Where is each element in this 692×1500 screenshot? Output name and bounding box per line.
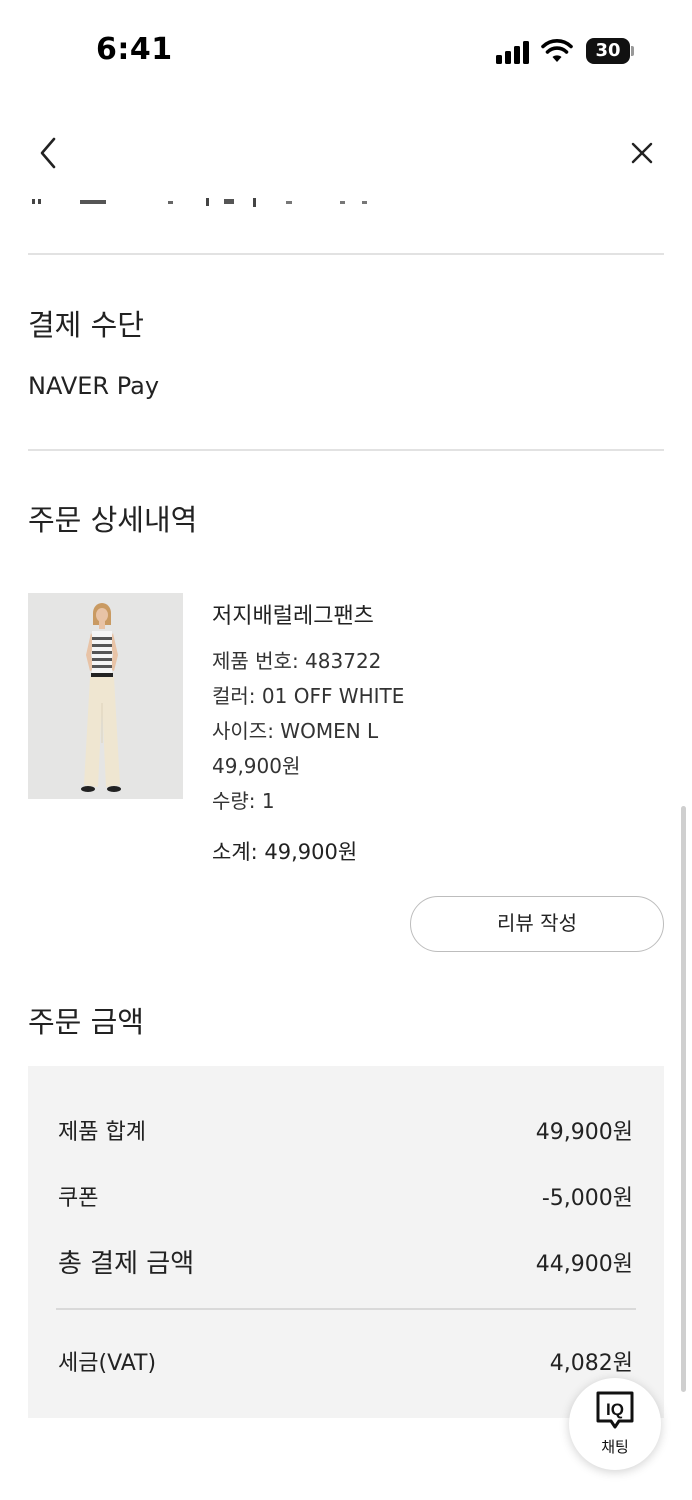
payment-method-title: 결제 수단 — [28, 308, 144, 342]
order-detail-title: 주문 상세내역 — [28, 503, 198, 537]
cellular-signal-icon — [496, 40, 532, 64]
chat-button[interactable]: IQ 채팅 — [569, 1378, 661, 1470]
summary-label-vat: 세금(VAT) — [58, 1351, 157, 1376]
summary-label-product-total: 제품 합계 — [58, 1120, 146, 1145]
battery-cap — [631, 46, 634, 56]
product-color: 컬러: 01 OFF WHITE — [212, 684, 405, 708]
product-subtotal: 소계: 49,900원 — [212, 840, 358, 864]
product-price: 49,900원 — [212, 754, 301, 778]
wifi-icon — [541, 39, 573, 62]
summary-value-grand-total: 44,900원 — [535, 1252, 633, 1277]
product-model-illustration — [28, 593, 183, 799]
product-number: 제품 번호: 483722 — [212, 649, 382, 673]
order-summary-box: 제품 합계 49,900원 쿠폰 -5,000원 총 결제 금액 44,900원… — [28, 1066, 664, 1418]
section-divider — [28, 449, 664, 451]
back-icon[interactable] — [34, 135, 66, 171]
chat-logo-text: IQ — [606, 1400, 624, 1419]
summary-value-vat: 4,082원 — [549, 1351, 633, 1376]
chat-label: 채팅 — [601, 1438, 629, 1456]
order-amount-title: 주문 금액 — [28, 1005, 144, 1039]
clipped-address-row — [32, 198, 367, 207]
summary-label-grand-total: 총 결제 금액 — [58, 1249, 195, 1279]
summary-value-product-total: 49,900원 — [535, 1120, 633, 1145]
summary-value-coupon: -5,000원 — [541, 1186, 633, 1211]
summary-divider — [56, 1308, 636, 1310]
chat-icon: IQ — [596, 1391, 634, 1429]
close-icon[interactable] — [626, 137, 658, 169]
product-quantity: 수량: 1 — [212, 789, 275, 813]
payment-method-value: NAVER Pay — [28, 372, 160, 400]
status-time: 6:41 — [96, 32, 173, 67]
scrollbar[interactable] — [681, 806, 686, 1392]
product-size: 사이즈: WOMEN L — [212, 719, 379, 743]
section-divider — [28, 253, 664, 255]
summary-label-coupon: 쿠폰 — [58, 1186, 99, 1211]
product-image[interactable] — [28, 593, 183, 799]
write-review-button[interactable]: 리뷰 작성 — [410, 896, 664, 952]
product-name[interactable]: 저지배럴레그팬츠 — [212, 598, 374, 630]
battery-indicator: 30 — [586, 38, 630, 64]
